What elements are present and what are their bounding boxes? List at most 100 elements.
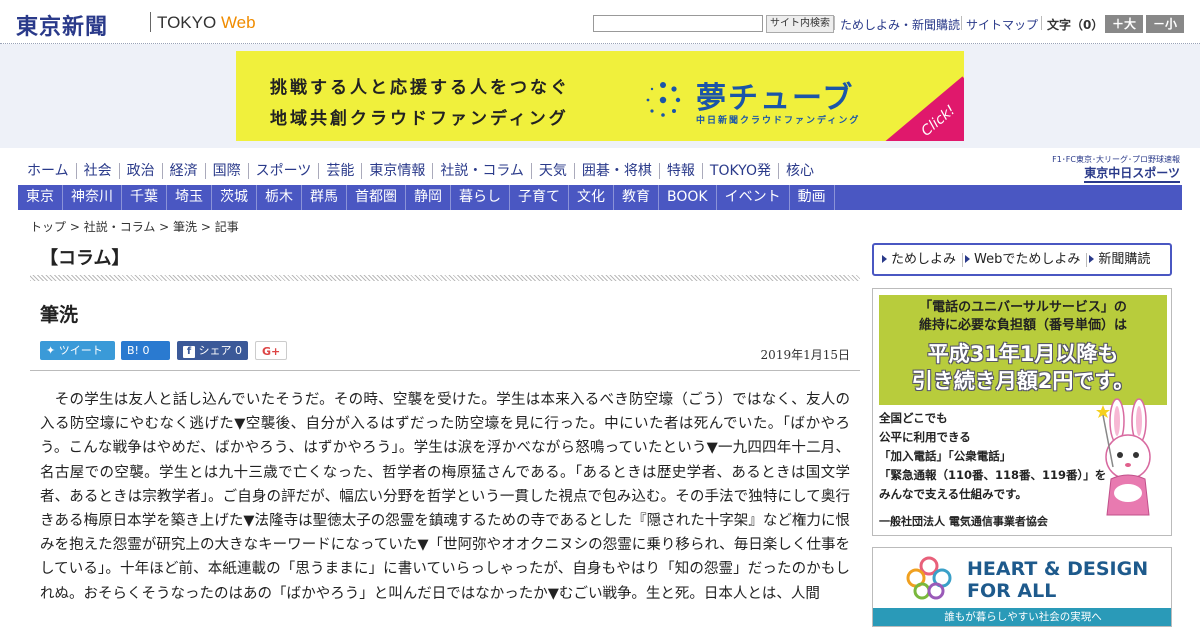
nav-book[interactable]: BOOK — [659, 185, 717, 210]
dot-ring-icon — [646, 82, 681, 117]
breadcrumb-section[interactable]: 社説・コラム — [84, 220, 156, 234]
main-nav: ホーム 社会 政治 経済 国際 スポーツ 芸能 東京情報 社説・コラム 天気 囲… — [20, 160, 821, 182]
ad-big-1: 平成31年1月以降も — [927, 342, 1119, 366]
nav-shizuoka[interactable]: 静岡 — [406, 185, 451, 210]
nav-entertainment[interactable]: 芸能 — [319, 163, 363, 179]
universal-service-ad[interactable]: 「電話のユニバーサルサービス」の 維持に必要な負担額（番号単価）は 平成31年1月… — [872, 288, 1172, 536]
font-size-label: 文字（0） — [1047, 18, 1104, 32]
trial-label: ためしよみ — [891, 251, 957, 267]
nav-editorial-column[interactable]: 社説・コラム — [433, 163, 532, 179]
nav-tochigi[interactable]: 栃木 — [257, 185, 302, 210]
banner-area: 挑戦する人と応援する人をつなぐ 地域共創クラウドファンディング 夢チューブ 中日… — [0, 44, 1200, 148]
tweet-button[interactable]: ✦ ツイート — [40, 341, 115, 360]
web-trial-link[interactable]: Webでためしよみ — [963, 251, 1088, 267]
font-smaller-button[interactable]: －小 — [1146, 15, 1184, 33]
banner-title: 夢チューブ — [696, 81, 855, 116]
nav-parenting[interactable]: 子育て — [510, 185, 569, 210]
subscribe-label: 新聞購読 — [1098, 251, 1151, 267]
banner-line2: 地域共創クラウドファンディング — [270, 109, 569, 129]
ad2-tagline: 誰もが暮らしやすい社会の実現へ — [873, 608, 1171, 626]
nav-tokyo-info[interactable]: 東京情報 — [362, 163, 434, 179]
nav-sports[interactable]: スポーツ — [249, 163, 320, 179]
ad-line-1: 全国どこでも — [879, 411, 948, 425]
ad-line-5: みんなで支える仕組みです。 — [879, 487, 1028, 501]
triangle-icon — [1089, 254, 1095, 263]
ad-big-2: 引き続き月額2円です。 — [911, 369, 1135, 393]
ad-organization: 一般社団法人 電気通信事業者協会 — [879, 515, 1048, 528]
tokyo-web-logo[interactable]: TOKYO Web — [157, 13, 256, 33]
site-header: 東京新聞 TOKYO Web サイト内検索 ためしよみ・新聞購読 サイトマップ … — [0, 0, 1200, 44]
article-rule — [30, 370, 860, 371]
util-divider — [834, 16, 835, 30]
ad-line-2: 公平に利用できる — [879, 430, 971, 444]
site-search-button[interactable]: サイト内検索 — [766, 15, 834, 33]
ad-line-4: 「緊急通報（110番、118番、119番）」を — [879, 468, 1107, 482]
subscribe-link[interactable]: 新聞購読 — [1087, 251, 1156, 267]
nav-ibaraki[interactable]: 茨城 — [212, 185, 257, 210]
facebook-share-label: シェア 0 — [198, 344, 243, 357]
nav-living[interactable]: 暮らし — [451, 185, 510, 210]
nav-gunma[interactable]: 群馬 — [302, 185, 347, 210]
nav-saitama[interactable]: 埼玉 — [167, 185, 212, 210]
site-logo[interactable]: 東京新聞 — [16, 9, 108, 41]
twitter-bird-icon: ✦ — [46, 344, 56, 357]
nav-world[interactable]: 国際 — [206, 163, 249, 179]
util-divider — [1041, 16, 1042, 30]
ad-big-text: 平成31年1月以降も 引き続き月額2円です。 — [879, 341, 1167, 395]
hatch-divider — [30, 275, 860, 281]
ad2-headline: HEART & DESIGN FOR ALL — [967, 558, 1148, 602]
nav-video[interactable]: 動画 — [790, 185, 835, 210]
font-larger-button[interactable]: ＋大 — [1105, 15, 1143, 33]
triangle-icon — [882, 254, 887, 263]
nav-special-report[interactable]: 特報 — [660, 163, 703, 179]
ad-description: 全国どこでも 公平に利用できる 「加入電話」「公衆電話」 「緊急通報（110番、… — [879, 409, 1106, 504]
nav-politics[interactable]: 政治 — [120, 163, 163, 179]
breadcrumb-sep: > — [155, 220, 174, 234]
logo-divider — [150, 12, 151, 32]
article-indent — [40, 392, 55, 408]
breadcrumb: トップ > 社説・コラム > 筆洗 > 記事 — [30, 218, 239, 235]
chunichi-sports-logo[interactable]: F1･FC東京･大リーグ･プロ野球速報 東京中日スポーツ — [1024, 154, 1180, 183]
nav-society[interactable]: 社会 — [77, 163, 120, 179]
ad2-line2: FOR ALL — [967, 580, 1057, 602]
heart-design-ad[interactable]: HEART & DESIGN FOR ALL 誰もが暮らしやすい社会の実現へ — [872, 547, 1172, 627]
breadcrumb-sep: > — [197, 220, 215, 234]
trial-subscribe-link[interactable]: ためしよみ・新聞購読 — [840, 16, 960, 33]
nav-go-shogi[interactable]: 囲碁・将棋 — [575, 163, 660, 179]
article-title: 筆洗 — [40, 304, 79, 326]
nav-culture[interactable]: 文化 — [569, 185, 614, 210]
ad-headline-box: 「電話のユニバーサルサービス」の 維持に必要な負担額（番号単価）は 平成31年1月… — [879, 295, 1167, 405]
nav-chiba[interactable]: 千葉 — [122, 185, 167, 210]
triangle-icon — [965, 254, 971, 263]
nav-tokyo-hatsu[interactable]: TOKYO発 — [703, 163, 779, 179]
trial-link[interactable]: ためしよみ — [880, 251, 964, 267]
web-trial-label: Webでためしよみ — [974, 251, 1081, 267]
rabbit-mascot-icon — [1096, 398, 1151, 516]
article-body-text: その学生は友人と話し込んでいたそうだ。その時、空襲を受けた。学生は本来入るべき防… — [40, 392, 851, 602]
logo-web-text: Web — [220, 13, 256, 32]
nav-metro-area[interactable]: 首都圏 — [347, 185, 406, 210]
nav-events[interactable]: イベント — [717, 185, 790, 210]
nav-weather[interactable]: 天気 — [532, 163, 575, 179]
banner-line1: 挑戦する人と応援する人をつなぐ — [270, 78, 570, 98]
hatena-bookmark-button[interactable]: B! 0 — [121, 341, 170, 360]
site-search-input[interactable] — [593, 15, 763, 32]
sitemap-link[interactable]: サイトマップ — [966, 16, 1038, 33]
ad-question: 「電話のユニバーサルサービス」の 維持に必要な負担額（番号単価）は — [879, 299, 1167, 335]
ad-question-2: 維持に必要な負担額（番号単価）は — [918, 318, 1127, 333]
nav-home[interactable]: ホーム — [20, 163, 77, 179]
nav-kanagawa[interactable]: 神奈川 — [63, 185, 122, 210]
breadcrumb-top[interactable]: トップ — [30, 220, 66, 234]
breadcrumb-sub[interactable]: 筆洗 — [173, 220, 197, 234]
nav-economy[interactable]: 経済 — [163, 163, 206, 179]
nav-education[interactable]: 教育 — [614, 185, 659, 210]
facebook-share-button[interactable]: f シェア 0 — [177, 341, 248, 360]
google-plus-button[interactable]: G+ — [255, 341, 287, 360]
banner-subtitle: 中日新聞クラウドファンディング — [696, 116, 861, 126]
nav-tokyo[interactable]: 東京 — [18, 185, 63, 210]
yume-tube-banner[interactable]: 挑戦する人と応援する人をつなぐ 地域共創クラウドファンディング 夢チューブ 中日… — [236, 51, 964, 141]
section-title: 【コラム】 — [40, 248, 130, 269]
subscription-nav: ためしよみ Webでためしよみ 新聞購読 — [872, 243, 1172, 276]
article-date: 2019年1月15日 — [760, 348, 850, 362]
nav-core[interactable]: 核心 — [779, 163, 821, 179]
